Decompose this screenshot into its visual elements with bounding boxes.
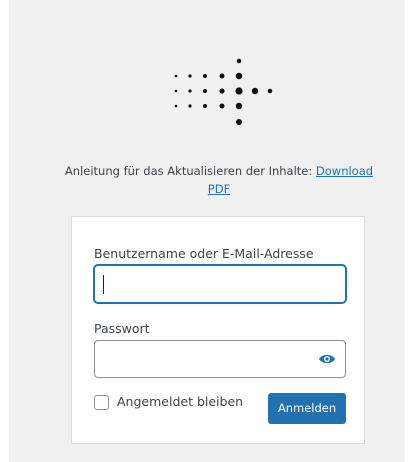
logo-dot — [219, 103, 225, 109]
logo-dot — [219, 73, 225, 79]
logo-dot — [251, 87, 259, 95]
logo-dot — [235, 102, 243, 110]
logo-dot — [267, 88, 273, 94]
logo-dot — [188, 74, 192, 78]
password-label: Passwort — [94, 321, 150, 336]
logo-dot — [235, 87, 243, 95]
logo-dot — [174, 74, 178, 78]
logo-dot — [174, 104, 178, 108]
update-notice: Anleitung für das Aktualisieren der Inha… — [54, 162, 384, 198]
logo-dot — [203, 74, 207, 78]
logo-dot — [235, 72, 243, 80]
logo-dot — [236, 58, 242, 64]
logo-dot — [188, 89, 192, 93]
remember-me-label[interactable]: Angemeldet bleiben — [117, 394, 243, 409]
username-label: Benutzername oder E-Mail-Adresse — [94, 246, 314, 261]
logo-dot — [174, 89, 178, 93]
login-page: Anleitung für das Aktualisieren der Inha… — [9, 0, 405, 462]
password-input[interactable] — [94, 340, 346, 378]
login-button[interactable]: Anmelden — [268, 393, 346, 424]
username-input[interactable] — [94, 265, 346, 303]
logo-dot — [219, 88, 225, 94]
text-caret — [103, 275, 104, 294]
site-logo — [164, 52, 274, 132]
logo-dot — [236, 119, 242, 125]
notice-text: Anleitung für das Aktualisieren der Inha… — [64, 164, 316, 178]
login-form: Benutzername oder E-Mail-Adresse Passwor… — [71, 216, 365, 444]
remember-me-checkbox[interactable] — [94, 395, 109, 410]
logo-dot — [203, 104, 207, 108]
logo-dot — [203, 89, 207, 93]
logo-dot — [188, 104, 192, 108]
eye-icon[interactable] — [318, 352, 336, 366]
